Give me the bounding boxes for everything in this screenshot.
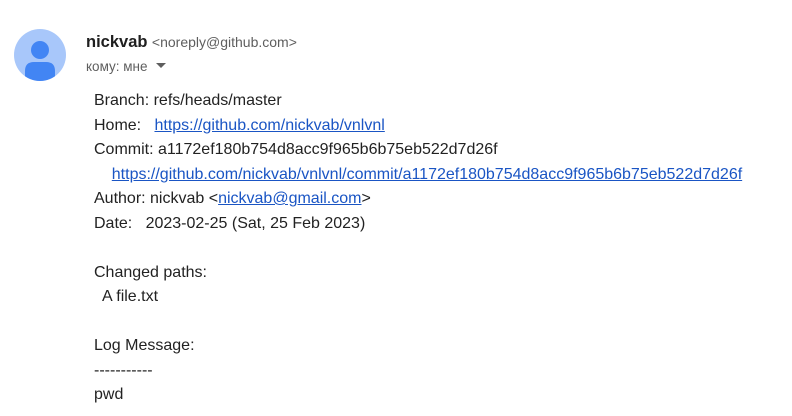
branch-line: Branch: refs/heads/master	[94, 89, 742, 114]
date-line: Date: 2023-02-25 (Sat, 25 Feb 2023)	[94, 212, 742, 237]
recipient-label: кому: мне	[86, 59, 148, 74]
log-message-header: Log Message:	[94, 337, 195, 354]
log-message-text: pwd	[94, 386, 124, 403]
author-suffix: >	[361, 190, 371, 207]
commit-label: Commit:	[94, 141, 158, 158]
message-body: Branch: refs/heads/master Home: https://…	[94, 89, 742, 408]
author-email-link[interactable]: nickvab@gmail.com	[218, 190, 361, 207]
changed-paths-header: Changed paths:	[94, 263, 207, 281]
author-label: Author: nickvab <	[94, 190, 219, 207]
commit-indent	[94, 166, 112, 183]
commit-link[interactable]: https://github.com/nickvab/vnlvnl/commit…	[112, 166, 742, 183]
log-separator: -----------	[94, 361, 153, 379]
commit-link-line: https://github.com/nickvab/vnlvnl/commit…	[94, 163, 742, 188]
recipient-dropdown[interactable]: кому: мне	[86, 58, 166, 76]
commit-line: Commit: a1172ef180b754d8acc9f965b6b75eb5…	[94, 138, 742, 163]
sender-email: <noreply@github.com>	[151, 34, 297, 50]
default-avatar-icon	[25, 41, 55, 81]
sender-avatar[interactable]	[14, 29, 66, 81]
home-line: Home: https://github.com/nickvab/vnlvnl	[94, 114, 742, 139]
home-label: Home:	[94, 116, 155, 134]
commit-hash: a1172ef180b754d8acc9f965b6b75eb522d7d26f	[158, 141, 498, 158]
sender-name[interactable]: nickvab	[86, 33, 147, 51]
author-line: Author: nickvab <nickvab@gmail.com>	[94, 187, 742, 212]
sender-line: nickvab <noreply@github.com>	[86, 32, 297, 53]
dropdown-caret-icon[interactable]	[155, 62, 166, 68]
branch-value: refs/heads/master	[153, 92, 282, 109]
home-link[interactable]: https://github.com/nickvab/vnlvnl	[154, 117, 384, 134]
date-value: 2023-02-25 (Sat, 25 Feb 2023)	[145, 214, 366, 232]
branch-label: Branch:	[94, 92, 154, 109]
date-label: Date:	[94, 214, 146, 232]
changed-path-entry: A file.txt	[94, 288, 159, 305]
